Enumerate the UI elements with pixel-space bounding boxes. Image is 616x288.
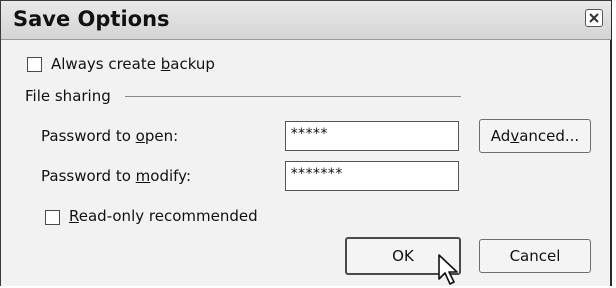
password-modify-field[interactable]: ******* (285, 161, 459, 191)
password-open-label-text: Password to (41, 127, 136, 145)
advanced-accesskey: v (510, 127, 520, 145)
password-open-accesskey: o (135, 127, 145, 145)
file-sharing-group-label: File sharing (25, 87, 111, 105)
group-divider (125, 96, 461, 97)
readonly-accesskey: R (69, 207, 79, 225)
backup-label[interactable]: Always create backup (51, 55, 215, 73)
backup-label-rest: ackup (170, 55, 215, 73)
advanced-button[interactable]: Advanced... (479, 119, 591, 153)
password-modify-label-text: Password to (41, 167, 136, 185)
password-modify-label: Password to modify: (41, 167, 191, 185)
readonly-label-rest: ead-only recommended (78, 207, 258, 225)
dialog-title: Save Options (13, 7, 170, 31)
password-open-label: Password to open: (41, 127, 178, 145)
password-open-field[interactable]: ***** (285, 121, 459, 151)
password-modify-accesskey: m (135, 167, 151, 185)
advanced-label-text: Ad (490, 127, 511, 145)
cancel-button[interactable]: Cancel (479, 239, 591, 273)
password-modify-label-rest: odify: (150, 167, 192, 185)
backup-checkbox[interactable] (27, 57, 42, 72)
readonly-checkbox[interactable] (45, 210, 60, 225)
advanced-label-rest: anced... (519, 127, 580, 145)
backup-label-text: Always create (51, 55, 161, 73)
close-button[interactable] (585, 9, 603, 27)
mouse-pointer-icon (438, 254, 458, 285)
save-options-dialog: Save Options Always create backup File s… (0, 0, 612, 286)
backup-label-accesskey: b (160, 55, 171, 73)
title-bar[interactable]: Save Options (1, 1, 611, 40)
close-icon (589, 13, 599, 23)
password-open-label-rest: pen: (144, 127, 179, 145)
readonly-label[interactable]: Read-only recommended (69, 207, 258, 225)
